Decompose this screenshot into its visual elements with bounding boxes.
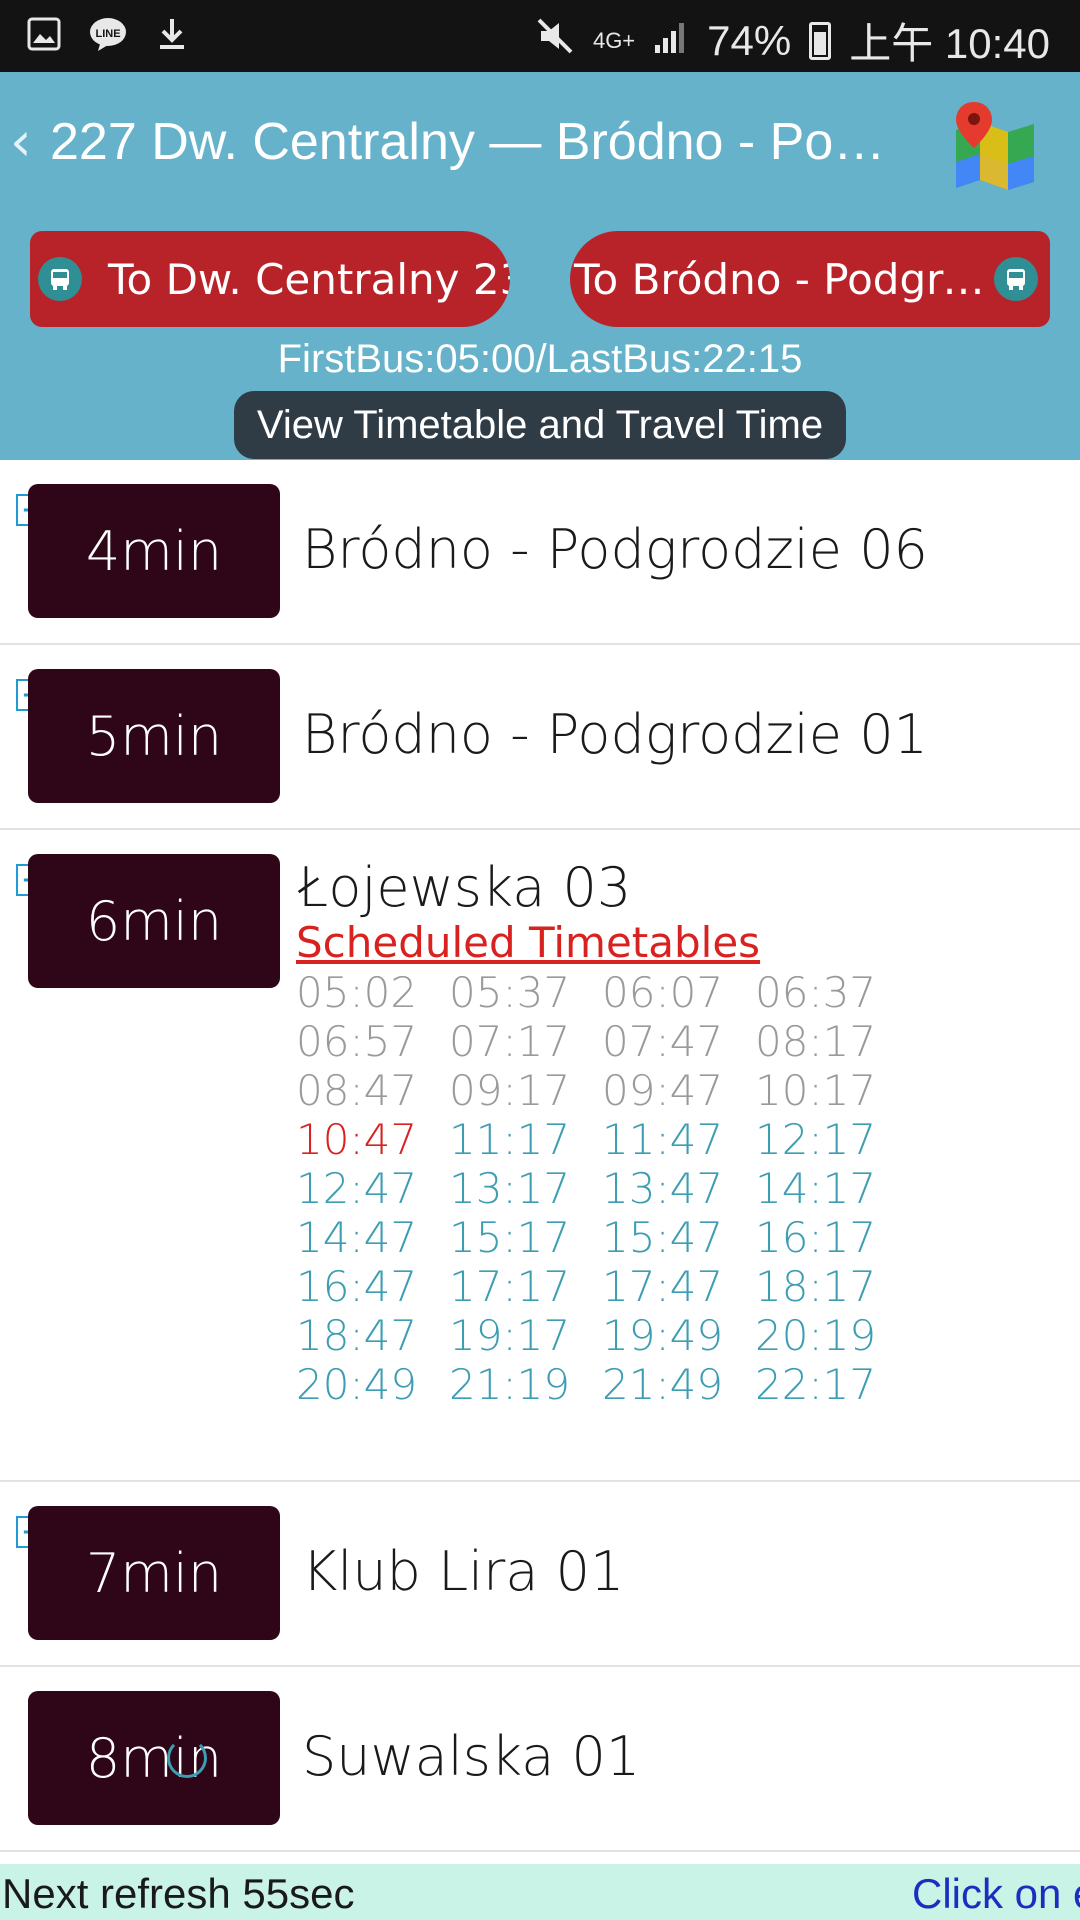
svg-text:LINE: LINE xyxy=(95,28,120,40)
schedule-time: 15:17 xyxy=(449,1213,571,1262)
schedule-time: 09:17 xyxy=(449,1066,571,1115)
battery-percent: 74% xyxy=(707,16,792,64)
click-hint-marquee[interactable]: Click on e xyxy=(912,1870,1080,1918)
schedule-time: 07:47 xyxy=(602,1017,724,1066)
schedule-time: 06:37 xyxy=(755,968,877,1017)
network-type: 4G+ xyxy=(592,27,636,53)
stop-row[interactable]: + 7min Klub Lira 01 xyxy=(0,1482,1080,1667)
schedule-time: 10:47 xyxy=(296,1115,418,1164)
schedule-time: 14:47 xyxy=(296,1213,418,1262)
bus-icon xyxy=(994,257,1038,301)
route-title: 227 Dw. Centralny — Bródno - Podgrodzie xyxy=(50,113,890,171)
status-bar: LINE 4G+ 74% 上午 10:40 xyxy=(0,0,1080,72)
stop-row-expanded[interactable]: − 6min Łojewska 03 Scheduled Timetables … xyxy=(0,830,1080,1482)
schedule-time: 07:17 xyxy=(449,1017,571,1066)
first-last-bus: FirstBus:05:00/LastBus:22:15 xyxy=(277,337,803,381)
bus-icon xyxy=(38,257,82,301)
view-timetable-button[interactable]: View Timetable and Travel Time xyxy=(234,391,846,459)
schedule-time: 15:47 xyxy=(602,1213,724,1262)
mute-icon xyxy=(535,16,575,66)
direction-label: To Dw. Centralny 23 xyxy=(108,254,510,304)
schedule-time: 14:17 xyxy=(755,1164,877,1213)
download-icon xyxy=(152,14,192,54)
direction-panel: To Dw. Centralny 23 To Bródno - Podgrodz… xyxy=(0,217,1080,460)
schedule-time: 06:07 xyxy=(602,968,724,1017)
scheduled-timetables-link[interactable]: Scheduled Timetables xyxy=(296,918,760,967)
schedule-time: 13:17 xyxy=(449,1164,571,1213)
stop-name: Bródno - Podgrodzie 06 xyxy=(302,518,928,581)
schedule-time: 19:49 xyxy=(602,1311,724,1360)
schedule-time: 09:47 xyxy=(602,1066,724,1115)
schedule-time: 22:17 xyxy=(755,1360,877,1409)
refresh-countdown: Next refresh 55sec xyxy=(2,1870,355,1917)
notification-icons: LINE xyxy=(24,14,192,54)
refresh-bar: Next refresh 55sec Click on e xyxy=(0,1864,1080,1920)
schedule-time: 11:47 xyxy=(602,1115,724,1164)
schedule-time: 08:47 xyxy=(296,1066,418,1115)
signal-icon xyxy=(653,17,689,65)
schedule-time: 08:17 xyxy=(755,1017,877,1066)
schedule-time: 12:47 xyxy=(296,1164,418,1213)
stop-row[interactable]: 8min Suwalska 01 xyxy=(0,1667,1080,1852)
schedule-time: 21:19 xyxy=(449,1360,571,1409)
stop-name: Łojewska 03 xyxy=(298,856,632,919)
schedule-time: 17:47 xyxy=(602,1262,724,1311)
schedule-time: 12:17 xyxy=(755,1115,877,1164)
eta-badge: 4min xyxy=(28,484,280,618)
schedule-time: 06:57 xyxy=(296,1017,418,1066)
eta-badge: 6min xyxy=(28,854,280,988)
battery-icon xyxy=(809,21,832,60)
direction-button-brodno[interactable]: To Bródno - Podgrodzie xyxy=(570,231,1050,327)
direction-button-centralny[interactable]: To Dw. Centralny 23 xyxy=(30,231,510,327)
schedule-time: 18:17 xyxy=(755,1262,877,1311)
back-icon[interactable]: ‹ xyxy=(10,110,32,173)
line-app-icon: LINE xyxy=(88,14,128,54)
schedule-time: 17:17 xyxy=(449,1262,571,1311)
stop-name: Bródno - Podgrodzie 01 xyxy=(302,703,928,766)
stop-row[interactable]: + 5min Bródno - Podgrodzie 01 xyxy=(0,645,1080,830)
schedule-time: 05:02 xyxy=(296,968,418,1017)
direction-label: To Bródno - Podgrodzie xyxy=(574,254,990,304)
schedule-time: 20:19 xyxy=(755,1311,877,1360)
schedule-grid: 05:02 05:37 06:07 06:37 06:57 07:17 07:47 08:17… xyxy=(296,970,916,1407)
schedule-time: 20:49 xyxy=(296,1360,418,1409)
eta-badge: 5min xyxy=(28,669,280,803)
stop-row[interactable]: + 4min Bródno - Podgrodzie 06 xyxy=(0,460,1080,645)
schedule-time: 13:47 xyxy=(602,1164,724,1213)
stop-name: Suwalska 01 xyxy=(302,1725,641,1788)
eta-badge: 7min xyxy=(28,1506,280,1640)
clock: 上午 10:40 xyxy=(849,20,1050,67)
schedule-time: 05:37 xyxy=(449,968,571,1017)
schedule-time: 10:17 xyxy=(755,1066,877,1115)
app-header: ‹ 227 Dw. Centralny — Bródno - Podgrodzi… xyxy=(0,72,1080,217)
schedule-time: 11:17 xyxy=(449,1115,571,1164)
stop-name: Klub Lira 01 xyxy=(302,1540,625,1603)
schedule-time: 16:47 xyxy=(296,1262,418,1311)
loading-spinner-icon xyxy=(167,1738,207,1778)
schedule-time: 16:17 xyxy=(755,1213,877,1262)
schedule-time: 19:17 xyxy=(449,1311,571,1360)
schedule-time: 21:49 xyxy=(602,1360,724,1409)
eta-badge: 8min xyxy=(28,1691,280,1825)
map-icon[interactable] xyxy=(952,100,1038,192)
system-status: 4G+ 74% 上午 10:40 xyxy=(535,10,1050,71)
schedule-time: 18:47 xyxy=(296,1311,418,1360)
gallery-icon xyxy=(24,14,64,54)
